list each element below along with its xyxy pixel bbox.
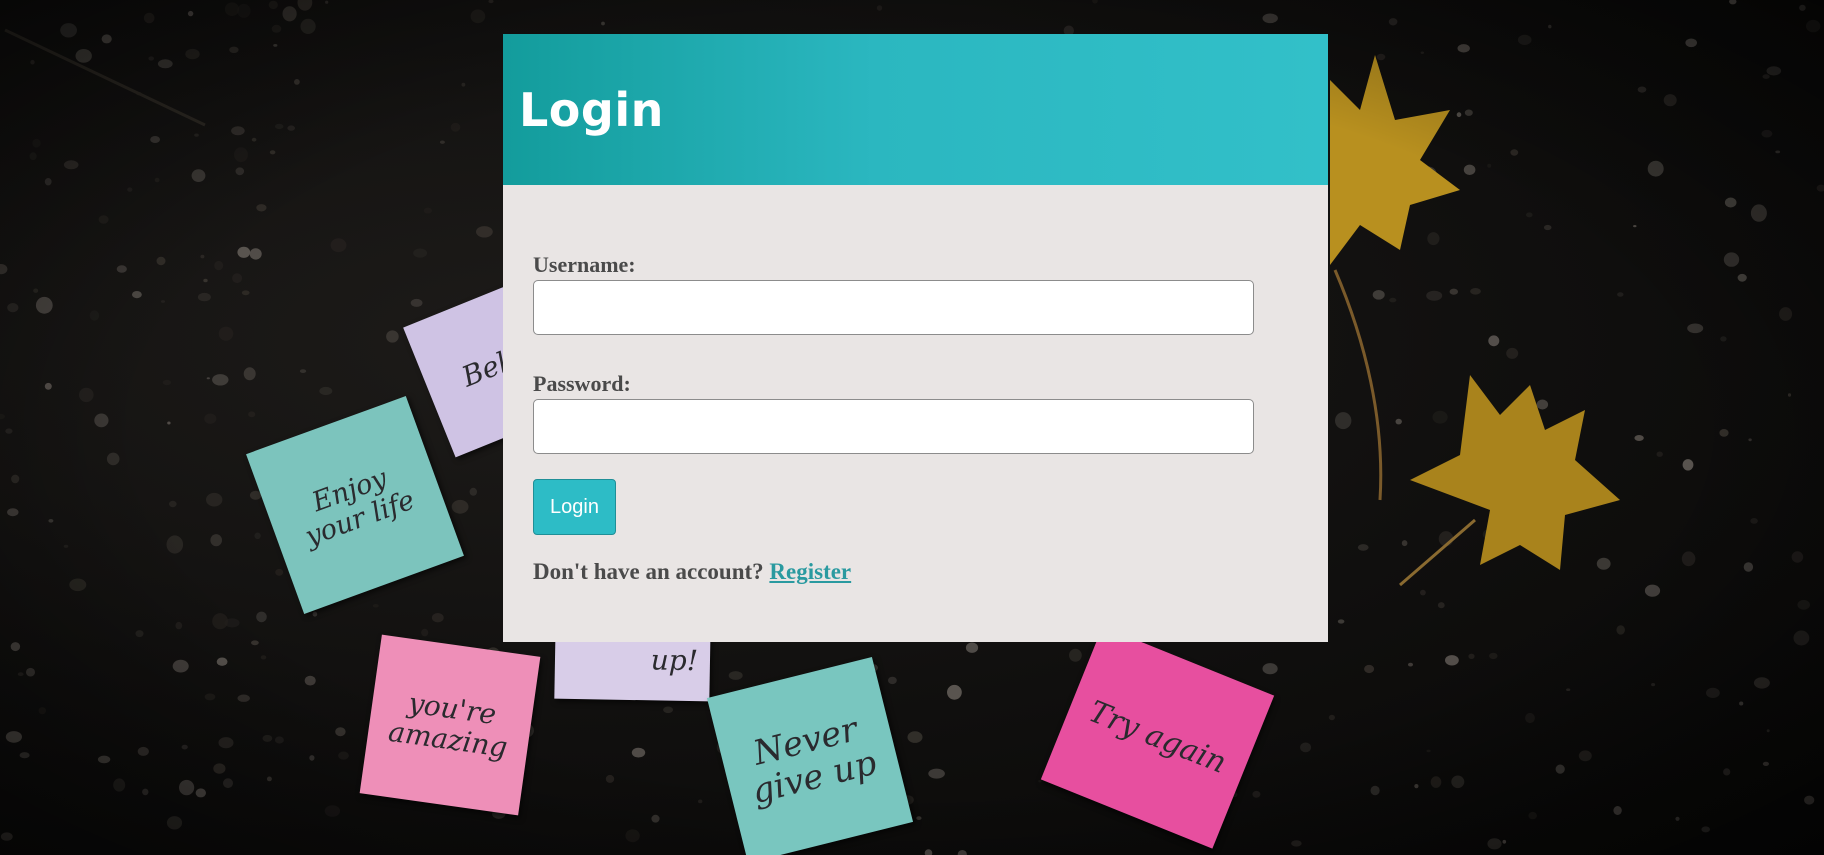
login-card: Login Username: Password: Login Don't ha… xyxy=(503,34,1328,642)
login-button[interactable]: Login xyxy=(533,479,616,535)
page-title: Login xyxy=(519,82,664,137)
login-card-header: Login xyxy=(503,34,1328,185)
password-label: Password: xyxy=(533,371,631,396)
register-prompt-text: Don't have an account? xyxy=(533,559,764,584)
sticky-note-pink-left: you're amazing xyxy=(359,634,541,816)
password-field[interactable] xyxy=(533,399,1254,454)
username-field[interactable] xyxy=(533,280,1254,335)
login-form: Username: Password: Login Don't have an … xyxy=(533,252,1254,585)
register-link[interactable]: Register xyxy=(769,559,851,584)
register-prompt-line: Don't have an account? Register xyxy=(533,559,1254,585)
username-label: Username: xyxy=(533,252,636,277)
